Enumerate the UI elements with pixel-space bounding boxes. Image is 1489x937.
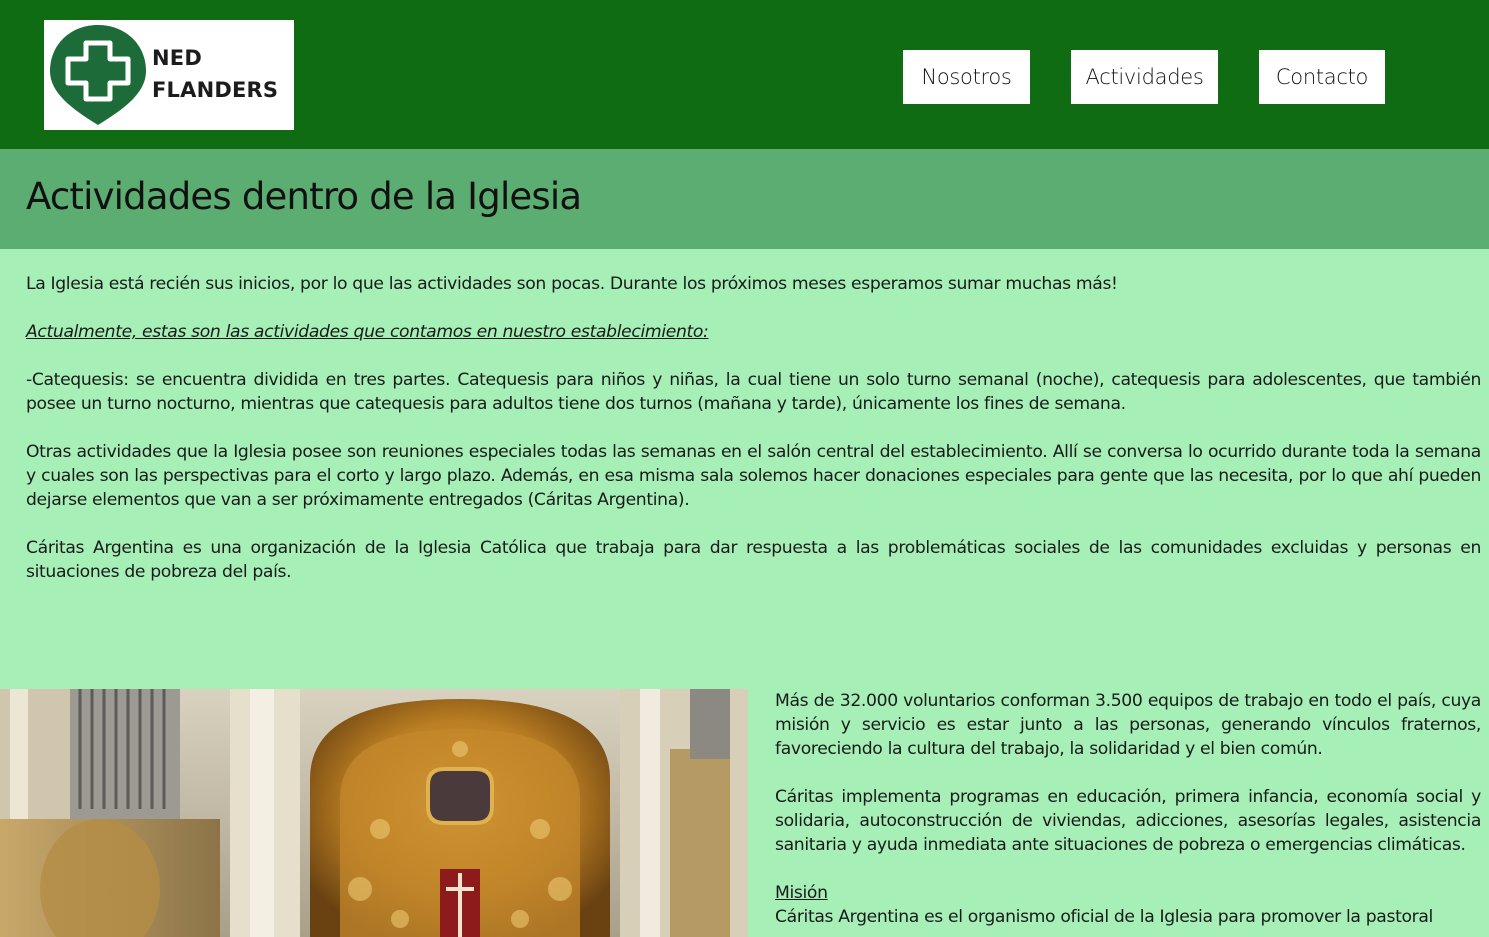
- voluntarios-paragraph: Más de 32.000 voluntarios conforman 3.50…: [775, 691, 1481, 759]
- mision-paragraph: Cáritas Argentina es el organismo oficia…: [775, 907, 1433, 927]
- page-banner: Actividades dentro de la Iglesia: [0, 149, 1489, 249]
- logo-text: NED FLANDERS: [152, 42, 278, 106]
- page-title: Actividades dentro de la Iglesia: [26, 175, 582, 218]
- mision-heading: Misión: [775, 883, 828, 903]
- otras-actividades-paragraph: Otras actividades que la Iglesia posee s…: [26, 442, 1481, 510]
- cross-pin-icon: [50, 25, 146, 125]
- church-altar-image: [0, 689, 748, 937]
- programas-paragraph: Cáritas implementa programas en educació…: [775, 787, 1481, 855]
- catequesis-paragraph: -Catequesis: se encuentra dividida en tr…: [26, 370, 1481, 414]
- church-illustration: [0, 689, 748, 937]
- logo-line1: NED: [152, 46, 202, 70]
- nav-actividades[interactable]: Actividades: [1071, 50, 1218, 104]
- caritas-paragraph: Cáritas Argentina es una organización de…: [26, 538, 1481, 582]
- main-content: La Iglesia está recién sus inicios, por …: [26, 272, 1481, 608]
- logo-line2: FLANDERS: [152, 78, 279, 102]
- site-header: NED FLANDERS Nosotros Actividades Contac…: [0, 0, 1489, 149]
- nav-nosotros[interactable]: Nosotros: [903, 50, 1030, 104]
- nav-contacto[interactable]: Contacto: [1259, 50, 1385, 104]
- caritas-info: Más de 32.000 voluntarios conforman 3.50…: [775, 689, 1481, 929]
- intro-paragraph: La Iglesia está recién sus inicios, por …: [26, 274, 1118, 294]
- activities-subheading: Actualmente, estas son las actividades q…: [26, 322, 709, 342]
- site-logo[interactable]: NED FLANDERS: [44, 20, 294, 130]
